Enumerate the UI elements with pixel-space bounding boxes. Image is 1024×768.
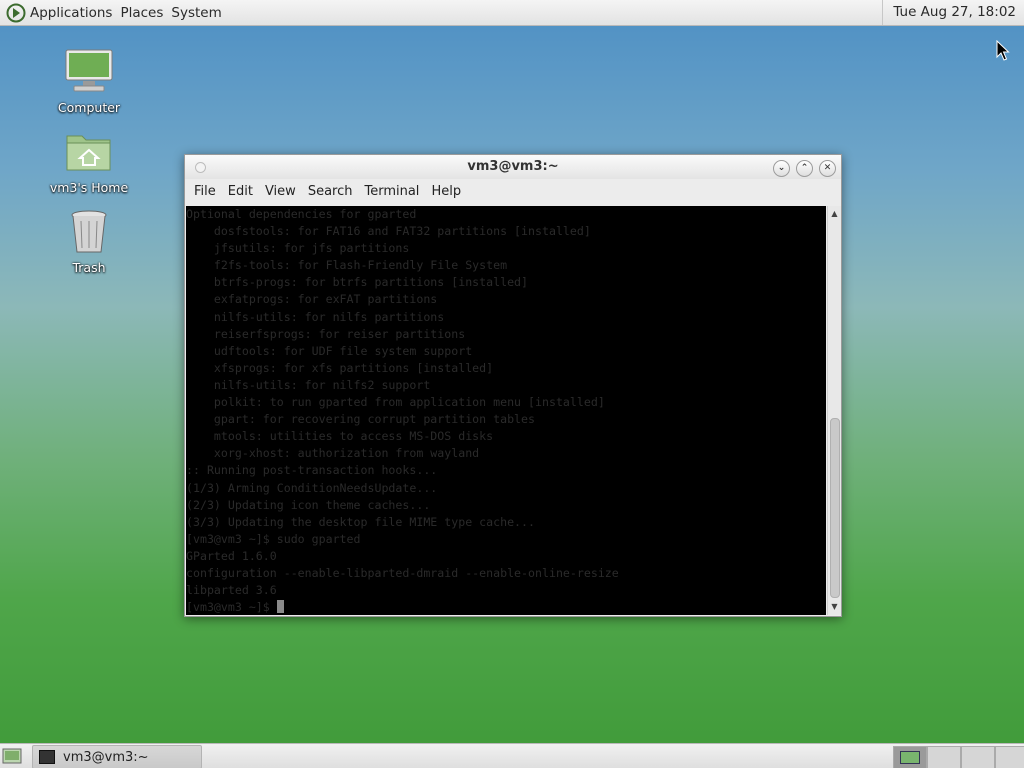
vertical-scrollbar[interactable]: ▲ ▼ — [827, 206, 841, 615]
terminal-line: nilfs-utils: for nilfs partitions — [186, 309, 826, 326]
terminal-line-text: f2fs-tools: for Flash-Friendly File Syst… — [186, 258, 508, 273]
terminal-line: f2fs-tools: for Flash-Friendly File Syst… — [186, 257, 826, 274]
terminal-icon — [39, 750, 55, 764]
terminal-line-text: xorg-xhost: authorization from wayland — [186, 446, 480, 461]
terminal-line-text: Optional dependencies for gparted — [186, 207, 417, 221]
menu-edit[interactable]: Edit — [222, 184, 259, 199]
terminal-line: jfsutils: for jfs partitions — [186, 240, 826, 257]
terminal-line-text: gpart: for recovering corrupt partition … — [186, 412, 536, 427]
desktop-icon-computer[interactable]: Computer — [44, 48, 134, 115]
menu-system[interactable]: System — [167, 5, 225, 21]
computer-icon — [65, 49, 113, 92]
scroll-up-arrow-icon[interactable]: ▲ — [828, 208, 841, 220]
terminal-line-text: xfsprogs: for xfs partitions [installed] — [186, 360, 494, 375]
distro-logo-icon[interactable] — [6, 3, 26, 23]
menu-places[interactable]: Places — [116, 5, 167, 21]
terminal-line-text: [vm3@vm3 ~]$ — [186, 600, 277, 615]
workspace-1[interactable] — [893, 746, 927, 768]
trash-icon — [71, 210, 107, 253]
terminal-line: libparted 3.6 — [186, 582, 826, 599]
terminal-line: nilfs-utils: for nilfs2 support — [186, 377, 826, 394]
terminal-line-text: (3/3) Updating the desktop file MIME typ… — [186, 514, 536, 529]
menu-view[interactable]: View — [259, 184, 302, 199]
terminal-line-text: reiserfsprogs: for reiser partitions — [186, 326, 466, 341]
scroll-down-arrow-icon[interactable]: ▼ — [828, 601, 841, 613]
minimize-button[interactable]: ⌄ — [773, 160, 790, 177]
window-titlebar[interactable]: vm3@vm3:~ ⌄ ⌃ ✕ — [185, 155, 841, 179]
terminal-line: reiserfsprogs: for reiser partitions — [186, 326, 826, 343]
terminal-line-text: exfatprogs: for exFAT partitions — [186, 292, 438, 307]
menu-terminal[interactable]: Terminal — [358, 184, 425, 199]
taskbar-button-label: vm3@vm3:~ — [63, 749, 149, 765]
menu-applications[interactable]: Applications — [26, 5, 116, 21]
terminal-line: (3/3) Updating the desktop file MIME typ… — [186, 514, 826, 531]
terminal-line: btrfs-progs: for btrfs partitions [insta… — [186, 274, 826, 291]
top-panel: Applications Places System Tue Aug 27, 1… — [0, 0, 1024, 26]
terminal-line-text: mtools: utilities to access MS-DOS disks — [186, 429, 494, 444]
terminal-line: Optional dependencies for gparted — [186, 206, 826, 223]
terminal-line: udftools: for UDF file system support — [186, 343, 826, 360]
terminal-line: mtools: utilities to access MS-DOS disks — [186, 428, 826, 445]
terminal-line: xfsprogs: for xfs partitions [installed] — [186, 360, 826, 377]
terminal-line: xorg-xhost: authorization from wayland — [186, 445, 826, 462]
clock[interactable]: Tue Aug 27, 18:02 — [882, 0, 1024, 25]
menu-search[interactable]: Search — [302, 184, 359, 199]
terminal-window: vm3@vm3:~ ⌄ ⌃ ✕ File Edit View Search Te… — [184, 154, 842, 617]
terminal-line-text: udftools: for UDF file system support — [186, 343, 473, 358]
terminal-line: dosfstools: for FAT16 and FAT32 partitio… — [186, 223, 826, 240]
home-folder-icon — [66, 135, 111, 171]
terminal-line: GParted 1.6.0 — [186, 548, 826, 565]
terminal-output[interactable]: Optional dependencies for gparted dosfst… — [186, 206, 826, 615]
workspace-4[interactable] — [995, 746, 1024, 768]
workspace-switcher — [893, 746, 1024, 768]
terminal-line-text: configuration --enable-libparted-dmraid … — [186, 565, 619, 580]
maximize-button[interactable]: ⌃ — [796, 160, 813, 177]
close-button[interactable]: ✕ — [819, 160, 836, 177]
workspace-window-preview — [900, 751, 920, 764]
terminal-line: [vm3@vm3 ~]$ — [186, 599, 826, 615]
workspace-2[interactable] — [927, 746, 961, 768]
terminal-line-text: dosfstools: for FAT16 and FAT32 partitio… — [186, 224, 591, 239]
terminal-line: (1/3) Arming ConditionNeedsUpdate... — [186, 480, 826, 497]
terminal-line: exfatprogs: for exFAT partitions — [186, 291, 826, 308]
terminal-line: [vm3@vm3 ~]$ sudo gparted — [186, 531, 826, 548]
desktop-icon-label: Trash — [72, 260, 106, 275]
taskbar-button-terminal[interactable]: vm3@vm3:~ — [32, 745, 202, 768]
terminal-line-text: polkit: to run gparted from application … — [186, 395, 605, 410]
desktop-icon-label: Computer — [57, 100, 121, 115]
terminal-lines: Optional dependencies for gparted dosfst… — [186, 206, 826, 615]
bottom-panel: vm3@vm3:~ — [0, 743, 1024, 768]
terminal-line-text: GParted 1.6.0 — [186, 548, 277, 563]
scrollbar-thumb[interactable] — [830, 418, 840, 598]
terminal-line: :: Running post-transaction hooks... — [186, 462, 826, 479]
terminal-line-text: :: Running post-transaction hooks... — [186, 463, 438, 478]
terminal-line-text: (1/3) Arming ConditionNeedsUpdate... — [186, 480, 438, 495]
terminal-line-text: btrfs-progs: for btrfs partitions [insta… — [186, 275, 529, 290]
menu-help[interactable]: Help — [425, 184, 467, 199]
window-title: vm3@vm3:~ — [467, 159, 559, 174]
terminal-line: configuration --enable-libparted-dmraid … — [186, 565, 826, 582]
terminal-line-text: nilfs-utils: for nilfs2 support — [186, 377, 431, 392]
desktop-icon-label: vm3's Home — [49, 180, 129, 195]
terminal-line-text: nilfs-utils: for nilfs partitions — [186, 309, 445, 324]
terminal-line-text: libparted 3.6 — [186, 583, 277, 598]
window-menu-icon[interactable] — [195, 162, 206, 173]
desktop-icon-home[interactable]: vm3's Home — [44, 128, 134, 195]
terminal-line-text: (2/3) Updating icon theme caches... — [186, 497, 431, 512]
terminal-line-text: [vm3@vm3 ~]$ sudo gparted — [186, 531, 361, 546]
terminal-line: polkit: to run gparted from application … — [186, 394, 826, 411]
workspace-3[interactable] — [961, 746, 995, 768]
show-desktop-icon[interactable] — [2, 747, 22, 765]
mouse-pointer-icon — [996, 40, 1010, 61]
menu-file[interactable]: File — [188, 184, 222, 199]
window-menubar: File Edit View Search Terminal Help — [185, 179, 841, 203]
terminal-line: (2/3) Updating icon theme caches... — [186, 497, 826, 514]
terminal-line-text: jfsutils: for jfs partitions — [186, 241, 410, 256]
terminal-line: gpart: for recovering corrupt partition … — [186, 411, 826, 428]
desktop-icon-trash[interactable]: Trash — [44, 208, 134, 275]
terminal-cursor — [276, 600, 284, 614]
